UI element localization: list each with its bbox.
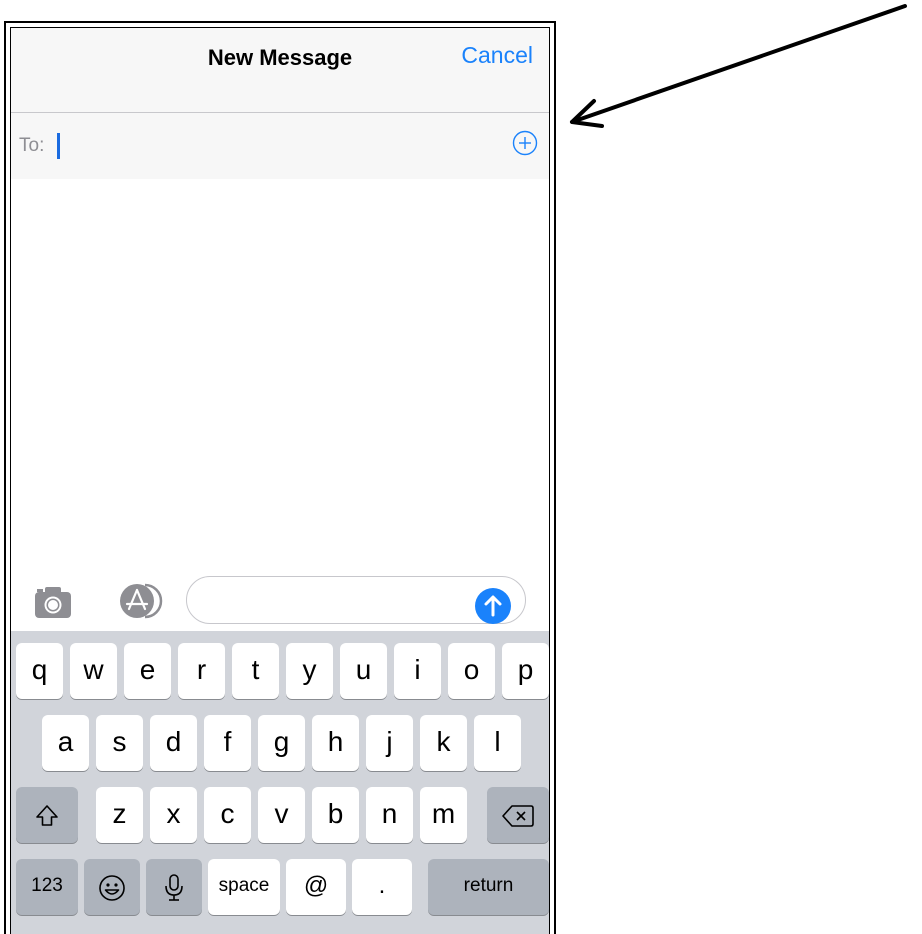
key-p[interactable]: p — [502, 643, 549, 699]
delete-key[interactable] — [487, 787, 549, 843]
key-o[interactable]: o — [448, 643, 495, 699]
key-w[interactable]: w — [70, 643, 117, 699]
key-h[interactable]: h — [312, 715, 359, 771]
key-l[interactable]: l — [474, 715, 521, 771]
key-x[interactable]: x — [150, 787, 197, 843]
plus-circle-icon[interactable] — [512, 130, 538, 156]
shift-key[interactable] — [16, 787, 78, 843]
key-n[interactable]: n — [366, 787, 413, 843]
key-i[interactable]: i — [394, 643, 441, 699]
navigation-bar: New Message Cancel — [11, 28, 549, 113]
emoji-key[interactable] — [84, 859, 140, 915]
recipient-label: To: — [19, 135, 45, 156]
key-e[interactable]: e — [124, 643, 171, 699]
key-r[interactable]: r — [178, 643, 225, 699]
recipient-input[interactable] — [52, 131, 472, 159]
key-c[interactable]: c — [204, 787, 251, 843]
cancel-button[interactable]: Cancel — [461, 42, 533, 69]
microphone-key[interactable] — [146, 859, 202, 915]
key-t[interactable]: t — [232, 643, 279, 699]
key-a[interactable]: a — [42, 715, 89, 771]
key-b[interactable]: b — [312, 787, 359, 843]
at-key[interactable]: @ — [286, 859, 346, 915]
text-cursor — [57, 133, 60, 159]
delete-icon — [502, 804, 534, 827]
key-j[interactable]: j — [366, 715, 413, 771]
message-input-bar — [11, 571, 549, 631]
key-m[interactable]: m — [420, 787, 467, 843]
key-q[interactable]: q — [16, 643, 63, 699]
key-y[interactable]: y — [286, 643, 333, 699]
key-g[interactable]: g — [258, 715, 305, 771]
phone-screen: New Message Cancel To: q w e r t y u i o… — [10, 27, 550, 934]
arrow-up-icon[interactable] — [475, 588, 511, 624]
return-key[interactable]: return — [428, 859, 549, 915]
key-s[interactable]: s — [96, 715, 143, 771]
app-store-icon[interactable] — [107, 582, 167, 620]
key-v[interactable]: v — [258, 787, 305, 843]
period-key[interactable]: . — [352, 859, 412, 915]
conversation-area — [11, 179, 549, 571]
emoji-icon — [99, 874, 125, 901]
phone-frame: New Message Cancel To: q w e r t y u i o… — [4, 21, 556, 934]
camera-icon[interactable] — [33, 584, 73, 620]
recipient-row: To: — [11, 113, 549, 179]
key-d[interactable]: d — [150, 715, 197, 771]
key-u[interactable]: u — [340, 643, 387, 699]
shift-icon — [36, 804, 58, 826]
numbers-key[interactable]: 123 — [16, 859, 78, 915]
message-field[interactable] — [186, 576, 526, 624]
key-z[interactable]: z — [96, 787, 143, 843]
keyboard: q w e r t y u i o p a s d f g h j k l z … — [11, 631, 549, 934]
microphone-icon — [165, 873, 183, 901]
key-k[interactable]: k — [420, 715, 467, 771]
annotation-arrow-icon — [570, 4, 907, 128]
key-f[interactable]: f — [204, 715, 251, 771]
space-key[interactable]: space — [208, 859, 280, 915]
